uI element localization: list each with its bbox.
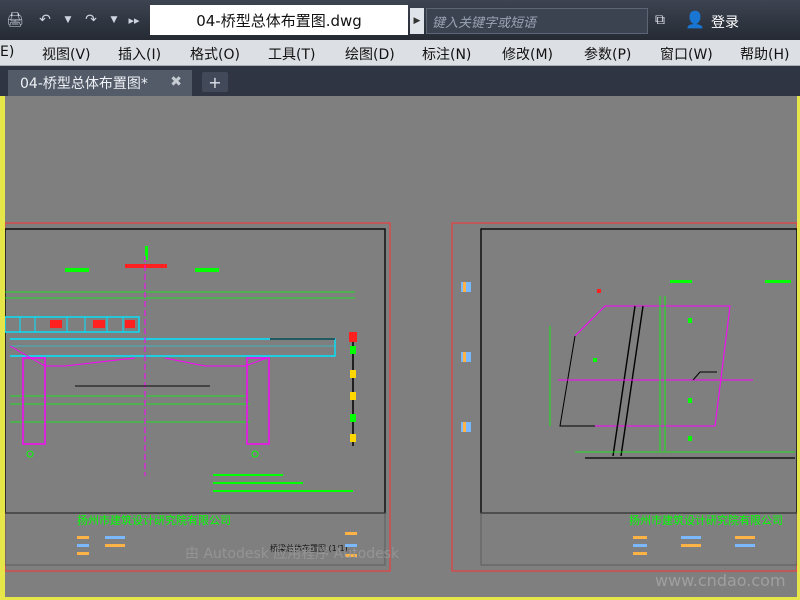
file-tab[interactable]: 04-桥型总体布置图* ✖ [8, 70, 192, 96]
drawing-canvas[interactable]: 扬州市建筑设计研究院有限公司 桥梁总体布置图 (1/1) 扬州市建筑设计研究院有… [5, 96, 797, 600]
login-button[interactable]: 登录 [711, 12, 739, 32]
piers [9, 256, 335, 476]
close-icon[interactable]: ✖ [170, 74, 182, 90]
deck-elevation [5, 316, 336, 357]
right-sheet: 扬州市建筑设计研究院有限公司 [451, 222, 797, 572]
watermark-overlay-text: 由 Autodesk 应用程序 Autodesk [185, 545, 400, 562]
document-title: 04-桥型总体布置图.dwg [150, 5, 408, 35]
watermark-site-text: www.cndao.com [655, 571, 786, 590]
right-title-block-cells [633, 536, 755, 555]
binoculars-icon[interactable]: ⧉ [655, 12, 665, 28]
menu-modify[interactable]: 修改(M) [502, 44, 553, 64]
redo-dropdown-icon[interactable]: ▼ [106, 6, 122, 34]
side-marks [461, 282, 471, 432]
quick-access-toolbar: 🖨 ↶ ▼ ↷ ▼ ▸▸ [0, 4, 148, 36]
app-menu-printer-icon[interactable]: 🖨 [0, 6, 30, 34]
menu-bar: E) 视图(V) 插入(I) 格式(O) 工具(T) 绘图(D) 标注(N) 修… [0, 40, 800, 66]
dimension-lines [5, 246, 355, 423]
new-tab-plus-icon[interactable]: + [202, 72, 228, 92]
more-tools-icon[interactable]: ▸▸ [122, 6, 146, 34]
file-tab-bar: 04-桥型总体布置图* ✖ + [0, 66, 800, 96]
menu-parameters[interactable]: 参数(P) [584, 44, 631, 64]
redo-icon[interactable]: ↷ [76, 6, 106, 34]
left-sheet: 扬州市建筑设计研究院有限公司 桥梁总体布置图 (1/1) [5, 222, 391, 572]
right-drawing-frame [480, 228, 797, 514]
undo-icon[interactable]: ↶ [30, 6, 60, 34]
user-icon[interactable]: 👤 [685, 10, 705, 29]
right-company-name: 扬州市建筑设计研究院有限公司 [629, 513, 783, 527]
file-tab-label: 04-桥型总体布置图* [20, 76, 148, 92]
menu-help[interactable]: 帮助(H) [740, 44, 789, 64]
left-company-name: 扬州市建筑设计研究院有限公司 [77, 513, 231, 527]
menu-window[interactable]: 窗口(W) [660, 44, 713, 64]
title-bar: 🖨 ↶ ▼ ↷ ▼ ▸▸ 04-桥型总体布置图.dwg ▶ 键入关键字或短语 ⧉… [0, 0, 800, 40]
bridge-plan [549, 280, 795, 459]
undo-dropdown-icon[interactable]: ▼ [60, 6, 76, 34]
menu-draw[interactable]: 绘图(D) [345, 44, 395, 64]
menu-dimension[interactable]: 标注(N) [422, 44, 471, 64]
notes [213, 474, 353, 492]
menu-edit[interactable]: E) [0, 44, 14, 60]
geology-column [349, 332, 357, 446]
search-input[interactable]: 键入关键字或短语 [426, 8, 648, 34]
search-expand-icon[interactable]: ▶ [410, 8, 424, 34]
menu-insert[interactable]: 插入(I) [118, 44, 161, 64]
menu-view[interactable]: 视图(V) [42, 44, 91, 64]
menu-format[interactable]: 格式(O) [190, 44, 240, 64]
menu-tools[interactable]: 工具(T) [268, 44, 315, 64]
